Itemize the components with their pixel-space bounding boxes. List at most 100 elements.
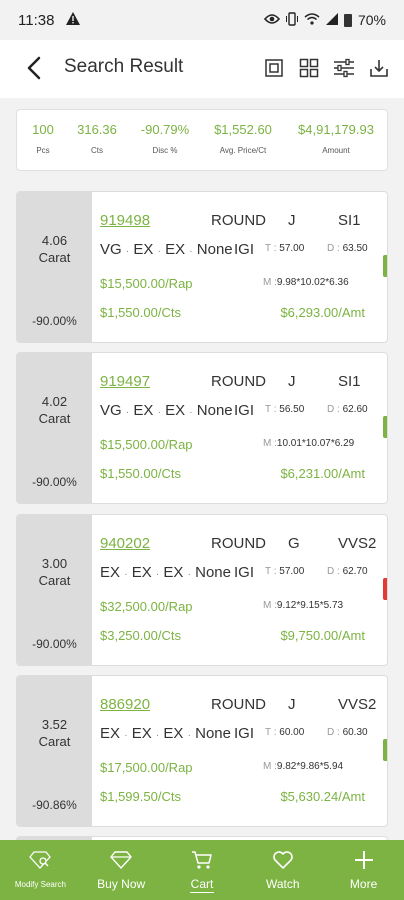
app-header: Search Result (0, 40, 404, 98)
measurement-label: M : (263, 600, 277, 611)
nav-watch[interactable]: Watch (242, 840, 323, 900)
polish-value: EX (131, 725, 152, 742)
summary-value: $1,552.60 (214, 122, 272, 137)
result-card[interactable]: 4.06 Carat -90.00% 919498 ROUND J SI1 VG… (16, 191, 388, 343)
table-label: T : (265, 566, 277, 577)
summary-label: Cts (91, 146, 103, 155)
nav-cart[interactable]: Cart (162, 840, 243, 900)
table-value: 56.50 (279, 404, 305, 415)
back-button[interactable] (20, 54, 48, 82)
color-value: J (288, 212, 296, 229)
cut-value: EX (100, 725, 121, 742)
eye-icon (263, 12, 281, 28)
depth-value: 63.50 (342, 243, 368, 254)
symmetry-value: EX (165, 241, 186, 258)
summary-pcs: 100 Pcs (25, 110, 61, 155)
price-per-carat: $1,550.00/Cts (100, 305, 181, 320)
filter-sliders-icon (334, 58, 354, 78)
rap-price: $15,500.00/Rap (100, 276, 193, 291)
summary-label: Pcs (36, 146, 50, 155)
table-percent: T : 56.50 (265, 404, 304, 415)
carat-value: 3.00 (41, 556, 68, 571)
amount-value: $5,630.24/Amt (280, 789, 365, 804)
summary-disc: -90.79% Disc % (133, 110, 197, 155)
back-arrow-icon (27, 56, 41, 80)
table-percent: T : 57.00 (265, 566, 304, 577)
vibrate-icon (285, 11, 298, 29)
measurement-label: M : (263, 277, 277, 288)
status-bar: 11:38 70% (0, 0, 404, 40)
carat-value: 3.52 (41, 717, 68, 732)
plus-icon (353, 850, 375, 870)
stock-number-link[interactable]: 919498 (100, 212, 150, 229)
color-value: G (288, 535, 300, 552)
grid-view-icon (299, 58, 319, 78)
result-card[interactable]: 4.02 Carat -90.00% 919497 ROUND J SI1 VG… (16, 352, 388, 504)
summary-panel: 100 Pcs 316.36 Cts -90.79% Disc % $1,552… (16, 109, 388, 171)
shape-value: ROUND (211, 212, 266, 229)
grid-view-button[interactable] (297, 56, 321, 80)
carat-value: 4.06 (41, 233, 68, 248)
measurement: M :9.82*9.86*5.94 (263, 761, 343, 772)
amount-value: $6,231.00/Amt (280, 466, 365, 481)
carat-label: Carat (38, 411, 71, 426)
table-label: T : (265, 404, 277, 415)
grade-row: EX · EX · EX · None (100, 725, 231, 742)
summary-value: 316.36 (77, 122, 117, 137)
cut-value: VG (100, 402, 122, 419)
lab-value: IGI (234, 241, 255, 258)
table-label: T : (265, 727, 277, 738)
nav-label: More (349, 877, 378, 891)
clarity-value: VVS2 (338, 696, 377, 713)
summary-value: 100 (32, 122, 54, 137)
result-card[interactable]: 3.00 Carat -90.00% 940202 ROUND G VVS2 E… (16, 514, 388, 666)
nav-buy-now[interactable]: Buy Now (81, 840, 162, 900)
nav-more[interactable]: More (323, 840, 404, 900)
stock-number-link[interactable]: 940202 (100, 535, 150, 552)
table-value: 57.00 (279, 243, 305, 254)
measurement-value: 9.98*10.02*6.36 (276, 277, 349, 288)
summary-label: Avg. Price/Ct (219, 146, 267, 155)
grade-row: VG · EX · EX · None (100, 241, 233, 258)
shape-value: ROUND (211, 373, 266, 390)
summary-value: -90.79% (140, 122, 190, 137)
lab-value: IGI (234, 725, 255, 742)
carat-label: Carat (38, 250, 71, 265)
result-card[interactable]: 3.52 Carat -90.86% 886920 ROUND J VVS2 E… (16, 675, 388, 827)
page-title: Search Result (64, 56, 184, 77)
color-value: J (288, 696, 296, 713)
measurement-label: M : (263, 438, 277, 449)
summary-value: $4,91,179.93 (298, 122, 374, 137)
nav-label: Buy Now (97, 877, 146, 891)
export-button[interactable] (367, 56, 391, 80)
stock-number-link[interactable]: 886920 (100, 696, 150, 713)
active-tab-indicator (189, 892, 215, 893)
filter-button[interactable] (332, 56, 356, 80)
single-view-icon (265, 59, 283, 77)
depth-percent: D : 63.50 (327, 243, 368, 254)
modify-search-icon (29, 850, 52, 870)
discount-value: -90.00% (32, 314, 77, 328)
nav-modify-search[interactable]: Modify Search (0, 840, 81, 900)
carat-panel: 4.02 Carat -90.00% (17, 353, 92, 503)
measurement-value: 9.82*9.86*5.94 (276, 761, 344, 772)
status-marker (383, 739, 387, 761)
color-value: J (288, 373, 296, 390)
battery-icon (343, 13, 352, 27)
heart-icon (272, 850, 294, 870)
price-per-carat: $1,599.50/Cts (100, 789, 181, 804)
clarity-value: SI1 (338, 373, 361, 390)
bottom-nav: Modify Search Buy Now Cart Watch More (0, 840, 404, 900)
single-view-button[interactable] (262, 56, 286, 80)
clarity-value: SI1 (338, 212, 361, 229)
battery-level: 70% (357, 12, 386, 28)
rap-price: $15,500.00/Rap (100, 437, 193, 452)
status-time: 11:38 (18, 11, 55, 29)
fluorescence-value: None (196, 241, 233, 258)
carat-label: Carat (38, 573, 71, 588)
grade-row: VG · EX · EX · None (100, 402, 233, 419)
stock-number-link[interactable]: 919497 (100, 373, 150, 390)
measurement: M :10.01*10.07*6.29 (263, 438, 354, 449)
shape-value: ROUND (211, 535, 266, 552)
depth-value: 60.30 (342, 727, 368, 738)
